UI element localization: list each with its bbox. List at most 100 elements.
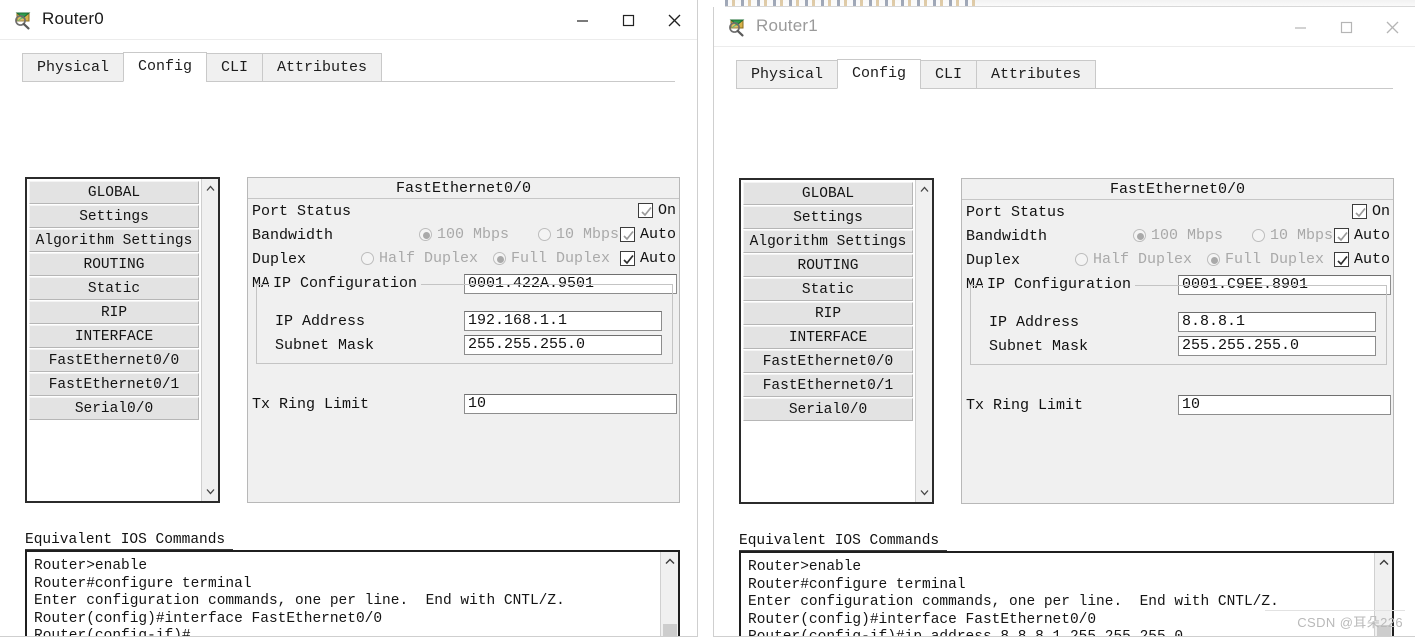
interface-config-panel: FastEthernet0/0 Port Status On Bandwidth	[247, 177, 680, 503]
maximize-button[interactable]	[605, 0, 651, 40]
radio-full-duplex-icon[interactable]	[1207, 253, 1220, 266]
router0-window[interactable]: Router0 Physical Config CLI Attributes G…	[0, 0, 698, 637]
sidebar-item-fastethernet0-0[interactable]: FastEthernet0/0	[29, 349, 199, 372]
duplex-radio-full[interactable]: Full Duplex	[1207, 251, 1324, 268]
chevron-up-icon[interactable]	[202, 180, 219, 197]
ios-scroll-thumb[interactable]	[663, 624, 677, 636]
tab-cli[interactable]: CLI	[920, 60, 978, 89]
sidebar-item-interface[interactable]: INTERFACE	[29, 325, 199, 348]
radio-half-duplex-icon[interactable]	[1075, 253, 1088, 266]
equivalent-ios-commands-box[interactable]: Router>enable Router#configure terminal …	[739, 551, 1394, 636]
ios-commands-scrollbar[interactable]	[660, 552, 679, 636]
sidebar-item-static[interactable]: Static	[29, 277, 199, 300]
sidebar-item-global[interactable]: GLOBAL	[743, 182, 913, 205]
tab-physical[interactable]: Physical	[736, 60, 839, 89]
chevron-up-icon[interactable]	[661, 552, 679, 570]
port-status-label: Port Status	[252, 203, 352, 220]
duplex-auto-checkbox[interactable]	[619, 251, 635, 266]
chevron-down-icon[interactable]	[202, 483, 219, 500]
chevron-down-icon[interactable]	[916, 484, 933, 501]
subnet-mask-input[interactable]: 255.255.255.0	[464, 335, 662, 355]
duplex-radio-half[interactable]: Half Duplex	[1075, 251, 1192, 268]
ip-address-input[interactable]: 8.8.8.1	[1178, 312, 1376, 332]
sidebar-item-fastethernet0-1[interactable]: FastEthernet0/1	[743, 374, 913, 397]
duplex-label: Duplex	[252, 251, 307, 268]
router1-window[interactable]: Router1 Physical Config CLI Attributes G…	[713, 7, 1415, 637]
window-title: Router0	[42, 9, 104, 28]
subnet-mask-row: Subnet Mask 255.255.255.0	[971, 336, 1386, 360]
config-sidebar[interactable]: GLOBAL Settings Algorithm Settings ROUTI…	[739, 178, 934, 504]
port-status-checkbox-group[interactable]: On	[637, 202, 676, 219]
tab-attributes[interactable]: Attributes	[976, 60, 1097, 89]
duplex-option-half-label: Half Duplex	[1093, 251, 1193, 268]
chevron-up-icon[interactable]	[1375, 553, 1393, 571]
titlebar[interactable]: Router0	[0, 0, 697, 40]
tab-config[interactable]: Config	[123, 52, 208, 82]
bandwidth-radio-100[interactable]: 100 Mbps	[1133, 227, 1223, 244]
radio-half-duplex-icon[interactable]	[361, 252, 374, 265]
minimize-button[interactable]	[559, 0, 605, 40]
sidebar-item-fastethernet0-1[interactable]: FastEthernet0/1	[29, 373, 199, 396]
sidebar-item-fastethernet0-0[interactable]: FastEthernet0/0	[743, 350, 913, 373]
radio-10mbps-icon[interactable]	[538, 228, 551, 241]
bandwidth-auto-checkbox[interactable]	[619, 227, 635, 242]
tx-ring-limit-input[interactable]: 10	[464, 394, 677, 414]
tx-ring-limit-input[interactable]: 10	[1178, 395, 1391, 415]
sidebar-item-serial0-0[interactable]: Serial0/0	[743, 398, 913, 421]
close-button[interactable]	[1369, 7, 1415, 47]
tab-config[interactable]: Config	[837, 59, 922, 89]
tab-attributes[interactable]: Attributes	[262, 53, 383, 82]
sidebar-item-settings[interactable]: Settings	[743, 206, 913, 229]
subnet-mask-input[interactable]: 255.255.255.0	[1178, 336, 1376, 356]
sidebar-item-interface[interactable]: INTERFACE	[743, 326, 913, 349]
sidebar-item-algorithm-settings[interactable]: Algorithm Settings	[29, 229, 199, 252]
sidebar-scrollbar[interactable]	[915, 180, 932, 502]
duplex-radio-full[interactable]: Full Duplex	[493, 250, 610, 267]
panel-title: FastEthernet0/0	[962, 179, 1393, 200]
minimize-button[interactable]	[1277, 7, 1323, 47]
radio-100mbps-icon[interactable]	[419, 228, 432, 241]
sidebar-item-routing[interactable]: ROUTING	[29, 253, 199, 276]
ios-line: Router#configure terminal	[748, 576, 966, 593]
duplex-auto-checkbox[interactable]	[1333, 252, 1349, 267]
sidebar-item-algorithm-settings[interactable]: Algorithm Settings	[743, 230, 913, 253]
duplex-auto-group[interactable]: Auto	[619, 250, 676, 267]
tab-physical[interactable]: Physical	[22, 53, 125, 82]
chevron-up-icon[interactable]	[916, 181, 933, 198]
duplex-radio-half[interactable]: Half Duplex	[361, 250, 478, 267]
duplex-option-full-label: Full Duplex	[1225, 251, 1325, 268]
sidebar-item-rip[interactable]: RIP	[29, 301, 199, 324]
bandwidth-auto-group[interactable]: Auto	[1333, 227, 1390, 244]
equivalent-ios-commands-label: Equivalent IOS Commands	[25, 532, 233, 550]
duplex-auto-group[interactable]: Auto	[1333, 251, 1390, 268]
radio-100mbps-icon[interactable]	[1133, 229, 1146, 242]
titlebar[interactable]: Router1	[714, 7, 1415, 47]
bandwidth-radio-10[interactable]: 10 Mbps	[1252, 227, 1333, 244]
sidebar-item-rip[interactable]: RIP	[743, 302, 913, 325]
subnet-mask-label: Subnet Mask	[275, 337, 375, 354]
radio-full-duplex-icon[interactable]	[493, 252, 506, 265]
close-button[interactable]	[651, 0, 697, 40]
equivalent-ios-commands-box[interactable]: Router>enable Router#configure terminal …	[25, 550, 680, 636]
subnet-mask-row: Subnet Mask 255.255.255.0	[257, 335, 672, 359]
ip-address-input[interactable]: 192.168.1.1	[464, 311, 662, 331]
port-status-checkbox[interactable]	[637, 203, 653, 218]
port-status-checkbox-group[interactable]: On	[1351, 203, 1390, 220]
bandwidth-radio-10[interactable]: 10 Mbps	[538, 226, 619, 243]
sidebar-item-settings[interactable]: Settings	[29, 205, 199, 228]
bandwidth-auto-checkbox[interactable]	[1333, 228, 1349, 243]
sidebar-item-routing[interactable]: ROUTING	[743, 254, 913, 277]
port-status-label: Port Status	[966, 204, 1066, 221]
tab-cli[interactable]: CLI	[206, 53, 264, 82]
bandwidth-radio-100[interactable]: 100 Mbps	[419, 226, 509, 243]
sidebar-item-serial0-0[interactable]: Serial0/0	[29, 397, 199, 420]
sidebar-item-global[interactable]: GLOBAL	[29, 181, 199, 204]
sidebar-scrollbar[interactable]	[201, 179, 218, 501]
port-status-checkbox[interactable]	[1351, 204, 1367, 219]
sidebar-item-static[interactable]: Static	[743, 278, 913, 301]
config-sidebar[interactable]: GLOBAL Settings Algorithm Settings ROUTI…	[25, 177, 220, 503]
duplex-label: Duplex	[966, 252, 1021, 269]
maximize-button[interactable]	[1323, 7, 1369, 47]
radio-10mbps-icon[interactable]	[1252, 229, 1265, 242]
bandwidth-auto-group[interactable]: Auto	[619, 226, 676, 243]
